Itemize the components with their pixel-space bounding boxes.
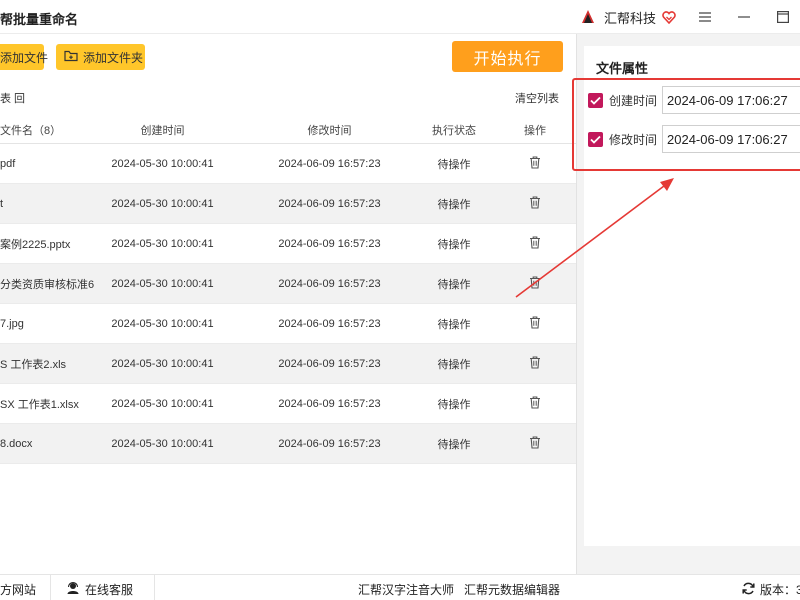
modified-time: 2024-06-09 16:57:23	[278, 197, 381, 210]
trash-icon	[529, 435, 541, 452]
header-op: 操作	[524, 125, 546, 137]
modified-time: 2024-06-09 16:57:23	[278, 357, 381, 370]
clear-list-button[interactable]: 清空列表	[515, 90, 559, 106]
created-time: 2024-05-30 10:00:41	[111, 237, 214, 250]
title-bar: 帮批量重命名 汇帮科技	[0, 0, 800, 34]
delete-button[interactable]	[515, 304, 555, 343]
status: 待操作	[437, 318, 471, 331]
created-time: 2024-05-30 10:00:41	[111, 197, 214, 210]
modified-time: 2024-06-09 16:57:23	[278, 437, 381, 450]
trash-icon	[529, 155, 541, 172]
created-time: 2024-05-30 10:00:41	[111, 317, 214, 330]
created-time: 2024-05-30 10:00:41	[111, 357, 214, 370]
brand-name: 汇帮科技	[604, 10, 657, 26]
file-name: SX 工作表1.xlsx	[0, 398, 79, 411]
status: 待操作	[437, 438, 471, 451]
highlight-box	[572, 78, 800, 171]
version-info[interactable]: 版本：3.	[742, 581, 800, 598]
file-name: 案例2225.pptx	[0, 238, 71, 251]
service-link[interactable]: 在线客服	[66, 581, 133, 598]
website-label: 方网站	[0, 583, 37, 597]
menu-icon[interactable]	[692, 5, 718, 29]
file-name: 8.docx	[0, 437, 33, 450]
status: 待操作	[437, 278, 471, 291]
status: 待操作	[437, 358, 471, 371]
created-time: 2024-05-30 10:00:41	[111, 277, 214, 290]
heart-icon	[662, 10, 676, 24]
header-modified[interactable]: 修改时间	[272, 117, 387, 143]
file-name: 7.jpg	[0, 317, 24, 330]
header-status: 执行状态	[432, 125, 476, 137]
version-label: 版本：3.	[760, 583, 800, 597]
header-name[interactable]: 文件名（8）	[0, 117, 110, 143]
modified-time: 2024-06-09 16:57:23	[278, 237, 381, 250]
table-row[interactable]: 案例2225.pptx 2024-05-30 10:00:41 2024-06-…	[0, 224, 576, 264]
delete-button[interactable]	[515, 144, 555, 183]
maximize-icon[interactable]	[770, 5, 796, 29]
trash-icon	[529, 275, 541, 292]
delete-button[interactable]	[515, 384, 555, 423]
delete-button[interactable]	[515, 224, 555, 263]
add-folder-label: 添加文件夹	[83, 50, 144, 65]
delete-button[interactable]	[515, 264, 555, 303]
attributes-title: 文件属性	[596, 61, 649, 76]
trash-icon	[529, 195, 541, 212]
status: 待操作	[437, 158, 471, 171]
folder-add-icon	[64, 50, 78, 65]
file-name: pdf	[0, 157, 16, 170]
status: 待操作	[437, 398, 471, 411]
headset-icon	[66, 581, 80, 598]
add-folder-button[interactable]: 添加文件夹	[56, 44, 145, 70]
service-label: 在线客服	[85, 583, 134, 597]
list-action-first[interactable]: 表	[0, 90, 11, 106]
modified-time: 2024-06-09 16:57:23	[278, 277, 381, 290]
website-link[interactable]: 方网站	[0, 581, 36, 598]
table-row[interactable]: t 2024-05-30 10:00:41 2024-06-09 16:57:2…	[0, 184, 576, 224]
delete-button[interactable]	[515, 424, 555, 463]
trash-icon	[529, 355, 541, 372]
table-row[interactable]: pdf 2024-05-30 10:00:41 2024-06-09 16:57…	[0, 144, 576, 184]
add-file-button[interactable]: 添加文件	[0, 44, 48, 70]
table-body: pdf 2024-05-30 10:00:41 2024-06-09 16:57…	[0, 144, 576, 464]
footer-divider	[50, 575, 51, 600]
brand-logo-icon	[578, 7, 598, 27]
footer-link-1[interactable]: 汇帮汉字注音大师	[358, 581, 454, 598]
footer: 方网站 在线客服 汇帮汉字注音大师 汇帮元数据编辑器 版本：3.	[0, 574, 800, 600]
file-name: 分类资质审核标准6	[0, 278, 95, 291]
add-file-label: 添加文件	[0, 50, 49, 65]
footer-divider	[154, 575, 155, 600]
brand[interactable]: 汇帮科技	[578, 7, 676, 27]
file-name: S 工作表2.xls	[0, 358, 67, 371]
footer-link-2[interactable]: 汇帮元数据编辑器	[464, 581, 560, 598]
refresh-icon	[742, 582, 755, 598]
created-time: 2024-05-30 10:00:41	[111, 157, 214, 170]
delete-button[interactable]	[515, 184, 555, 223]
trash-icon	[529, 315, 541, 332]
app-title: 帮批量重命名	[0, 12, 79, 27]
modified-time: 2024-06-09 16:57:23	[278, 397, 381, 410]
modified-time: 2024-06-09 16:57:23	[278, 157, 381, 170]
list-action-second[interactable]: 回	[14, 90, 25, 106]
table-header: 文件名（8） 创建时间 修改时间 执行状态 操作	[0, 117, 576, 144]
table-row[interactable]: 分类资质审核标准6 2024-05-30 10:00:41 2024-06-09…	[0, 264, 576, 304]
modified-time: 2024-06-09 16:57:23	[278, 317, 381, 330]
created-time: 2024-05-30 10:00:41	[111, 397, 214, 410]
trash-icon	[529, 395, 541, 412]
header-created[interactable]: 创建时间	[105, 117, 220, 143]
trash-icon	[529, 235, 541, 252]
status: 待操作	[437, 198, 471, 211]
minimize-icon[interactable]	[731, 5, 757, 29]
table-row[interactable]: 7.jpg 2024-05-30 10:00:41 2024-06-09 16:…	[0, 304, 576, 344]
table-row[interactable]: 8.docx 2024-05-30 10:00:41 2024-06-09 16…	[0, 424, 576, 464]
table-row[interactable]: SX 工作表1.xlsx 2024-05-30 10:00:41 2024-06…	[0, 384, 576, 424]
status: 待操作	[437, 238, 471, 251]
file-name: t	[0, 197, 4, 210]
table-row[interactable]: S 工作表2.xls 2024-05-30 10:00:41 2024-06-0…	[0, 344, 576, 384]
created-time: 2024-05-30 10:00:41	[111, 437, 214, 450]
file-table: 文件名（8） 创建时间 修改时间 执行状态 操作 pdf 2024-05-30 …	[0, 117, 576, 464]
start-button[interactable]: 开始执行	[452, 41, 563, 72]
delete-button[interactable]	[515, 344, 555, 383]
